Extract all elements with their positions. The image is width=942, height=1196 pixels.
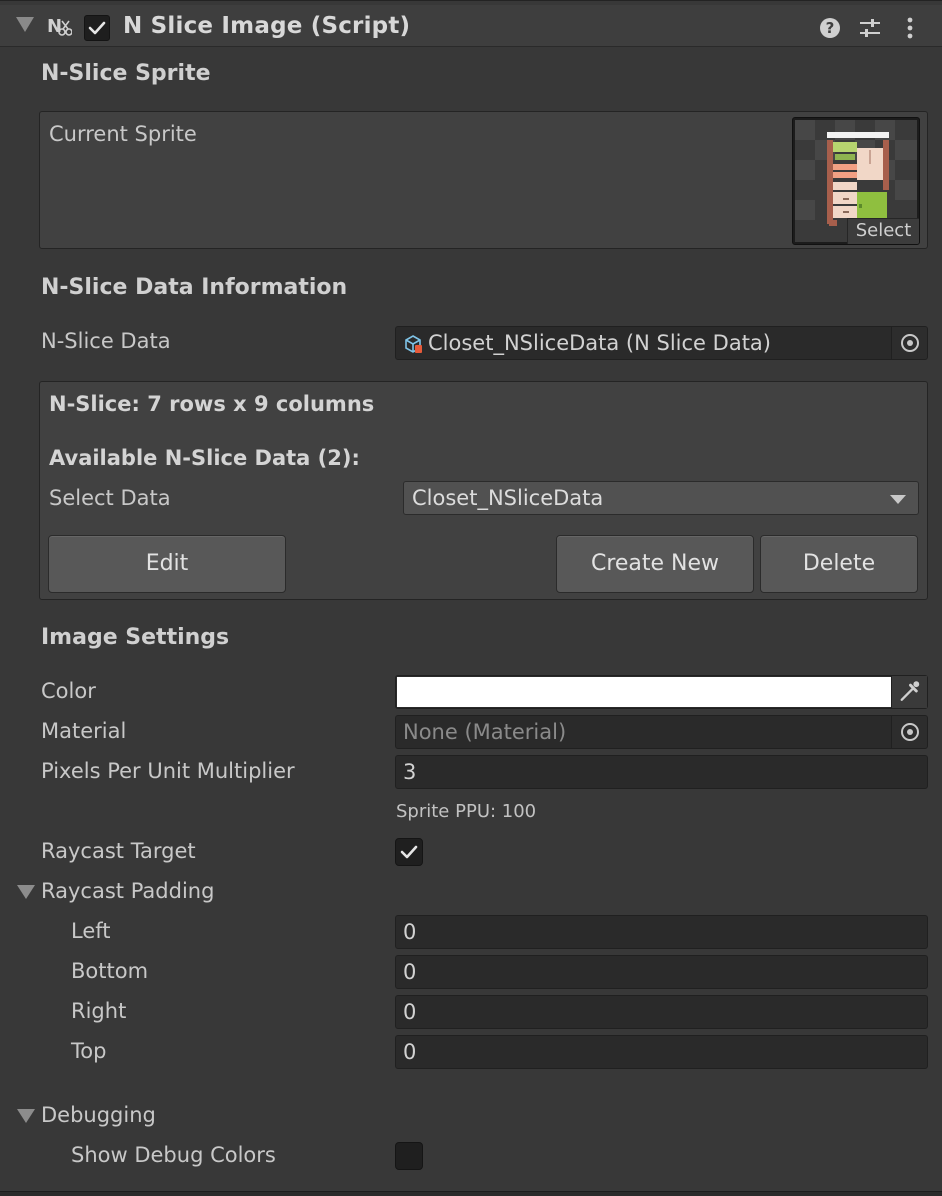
raycast-padding-foldout-icon[interactable] <box>17 885 35 899</box>
sprite-thumbnail[interactable]: Select <box>792 117 920 245</box>
select-data-label: Select Data <box>49 486 171 510</box>
help-icon[interactable]: ? <box>818 16 842 40</box>
preset-icon[interactable] <box>858 16 882 40</box>
color-swatch[interactable] <box>397 677 891 707</box>
nslice-data-value: Closet_NSliceData (N Slice Data) <box>428 331 771 355</box>
ppu-multiplier-input[interactable]: 3 <box>395 755 928 789</box>
component-header[interactable]: N N Slice Image (Script) ? <box>0 5 942 47</box>
padding-left-input[interactable]: 0 <box>395 915 928 949</box>
ppu-multiplier-label: Pixels Per Unit Multiplier <box>41 759 295 783</box>
padding-top-label: Top <box>71 1039 107 1063</box>
data-section-title: N-Slice Data Information <box>41 275 348 300</box>
color-label: Color <box>41 679 96 703</box>
sprite-ppu-note: Sprite PPU: 100 <box>396 801 537 822</box>
material-label: Material <box>41 719 127 743</box>
create-new-button[interactable]: Create New <box>556 535 754 593</box>
picker-dot-icon <box>907 340 913 346</box>
padding-bottom-label: Bottom <box>71 959 149 983</box>
padding-right-input[interactable]: 0 <box>395 995 928 1029</box>
padding-bottom-input[interactable]: 0 <box>395 955 928 989</box>
foldout-arrow-icon[interactable] <box>16 17 34 32</box>
script-icon: N <box>47 16 72 37</box>
sprite-select-button[interactable]: Select <box>847 218 919 244</box>
material-field[interactable]: None (Material) <box>395 715 928 749</box>
show-debug-colors-label: Show Debug Colors <box>71 1143 276 1167</box>
panel-bottom-divider <box>0 1191 942 1196</box>
sprite-box: Current Sprite Select <box>39 111 928 249</box>
nslice-data-field[interactable]: Closet_NSliceData (N Slice Data) <box>395 326 928 360</box>
svg-text:?: ? <box>826 19 835 37</box>
component-enabled-checkbox[interactable] <box>84 15 110 41</box>
available-data-label: Available N-Slice Data (2): <box>49 446 360 470</box>
nslice-data-label: N-Slice Data <box>41 329 171 353</box>
material-value: None (Material) <box>403 720 567 744</box>
checkmark-icon <box>400 845 418 859</box>
material-picker-button[interactable] <box>891 716 927 748</box>
more-icon[interactable] <box>898 16 922 40</box>
inspector-component-panel: N N Slice Image (Script) ? N-Slice Sprit… <box>0 0 942 1196</box>
dropdown-caret-icon <box>890 495 906 504</box>
edit-button[interactable]: Edit <box>48 535 286 593</box>
show-debug-colors-checkbox[interactable] <box>395 1142 423 1170</box>
debugging-foldout-icon[interactable] <box>17 1109 35 1123</box>
nslice-summary: N-Slice: 7 rows x 9 columns <box>49 392 375 416</box>
component-title: N Slice Image (Script) <box>123 13 411 39</box>
scriptable-object-icon <box>405 335 422 353</box>
color-field[interactable] <box>395 675 928 709</box>
padding-right-label: Right <box>71 999 127 1023</box>
checkmark-icon <box>88 21 106 35</box>
image-settings-title: Image Settings <box>41 625 230 650</box>
picker-dot-icon <box>907 729 913 735</box>
padding-top-input[interactable]: 0 <box>395 1035 928 1069</box>
raycast-target-checkbox[interactable] <box>395 838 423 866</box>
raycast-target-label: Raycast Target <box>41 839 196 863</box>
padding-left-label: Left <box>71 919 111 943</box>
current-sprite-label: Current Sprite <box>49 122 197 146</box>
eyedropper-icon[interactable] <box>891 676 927 708</box>
select-data-value: Closet_NSliceData <box>412 486 604 510</box>
select-data-dropdown[interactable]: Closet_NSliceData <box>403 481 919 515</box>
object-picker-button[interactable] <box>891 327 927 359</box>
delete-button[interactable]: Delete <box>760 535 918 593</box>
debugging-label[interactable]: Debugging <box>41 1103 156 1127</box>
raycast-padding-label[interactable]: Raycast Padding <box>41 879 214 903</box>
sprite-section-title: N-Slice Sprite <box>41 61 211 86</box>
